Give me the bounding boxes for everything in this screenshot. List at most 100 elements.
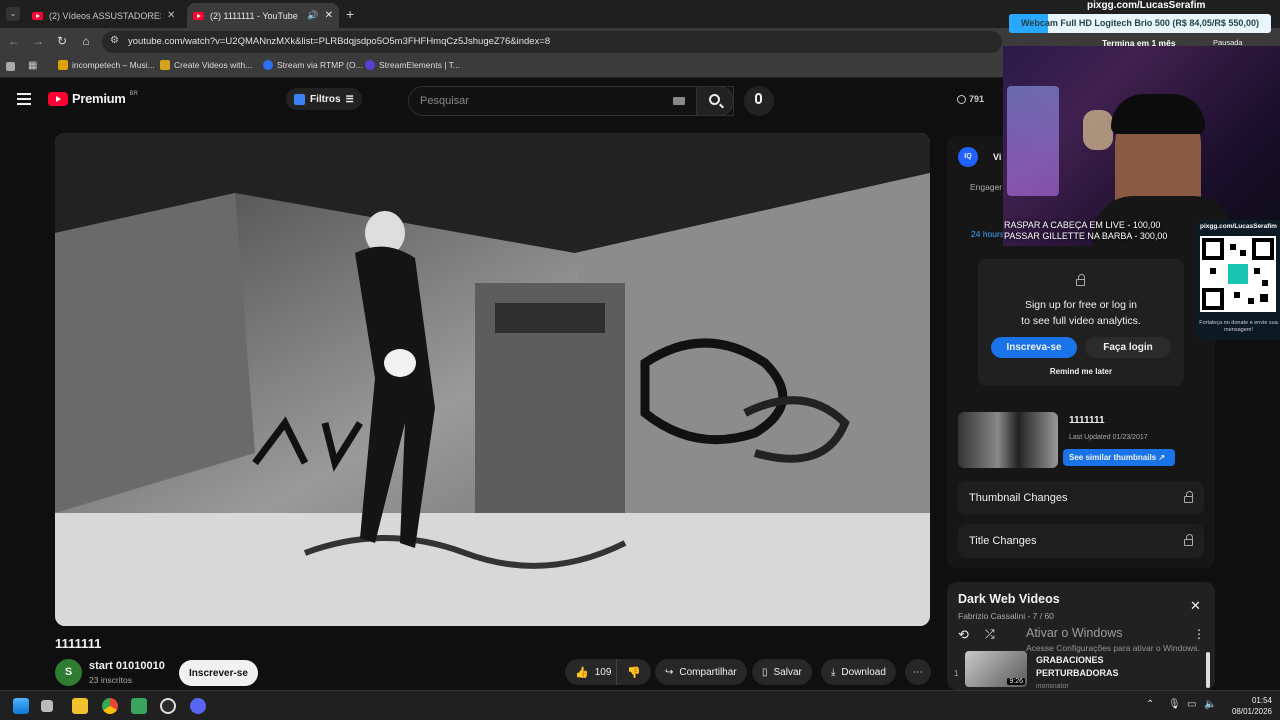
- search-icon: [709, 94, 720, 105]
- subscribe-button[interactable]: Inscrever-se: [179, 660, 258, 686]
- tray-chevron-icon[interactable]: ⌃: [1146, 699, 1154, 710]
- search-button[interactable]: [696, 86, 734, 116]
- task-view-icon[interactable]: [41, 700, 53, 712]
- menu-icon[interactable]: [17, 93, 31, 105]
- video-player[interactable]: [55, 133, 930, 626]
- loop-icon[interactable]: ⟲: [958, 627, 969, 643]
- grid-icon[interactable]: ▦: [28, 60, 37, 71]
- row-label: Thumbnail Changes: [969, 492, 1068, 504]
- chrome-icon[interactable]: [102, 698, 118, 714]
- subscriber-count: 23 inscritos: [89, 675, 132, 685]
- url-text[interactable]: youtube.com/watch?v=U2QMANnzMXk&list=PLR…: [128, 36, 550, 47]
- overlay-status: Pausada: [1213, 38, 1243, 47]
- playlist-title[interactable]: Dark Web Videos: [958, 592, 1060, 606]
- video-thumbnail[interactable]: [958, 412, 1058, 468]
- period-label[interactable]: 24 hours: [971, 229, 1004, 239]
- spreadsheet-icon[interactable]: [131, 698, 147, 714]
- bookmark-incompetech[interactable]: incompetech – Musi...: [58, 60, 155, 70]
- views-counter: 791: [957, 94, 984, 104]
- qr-card: pixgg.com/LucasSerafim Fortaleça no dona…: [1197, 220, 1280, 340]
- back-icon[interactable]: ←: [6, 34, 22, 48]
- close-icon[interactable]: ✕: [167, 10, 175, 21]
- save-button[interactable]: ▯ Salvar: [752, 659, 812, 685]
- filters-label: Filtros: [310, 93, 341, 105]
- lock-icon: [1076, 274, 1085, 286]
- keyboard-icon[interactable]: [673, 97, 685, 105]
- youtube-logo[interactable]: Premium BR: [48, 91, 138, 106]
- microphone-tray-icon[interactable]: 🎙: [1168, 699, 1181, 710]
- webcam-feed: [1003, 46, 1280, 246]
- clock-date[interactable]: 08/01/2026: [1222, 707, 1272, 716]
- like-button[interactable]: 👍 109: [565, 659, 622, 685]
- discord-icon[interactable]: [190, 698, 206, 714]
- similar-label: See similar thumbnails: [1069, 453, 1157, 462]
- last-updated: Last Updated 01/23/2017: [1069, 434, 1148, 441]
- bookmark-label: Create Videos with...: [174, 60, 253, 70]
- playlist-subtitle: Fabrizio Cassalini - 7 / 60: [958, 611, 1054, 621]
- close-icon[interactable]: ✕: [325, 10, 333, 21]
- share-button[interactable]: ↪ Compartilhar: [655, 659, 747, 685]
- close-icon[interactable]: ✕: [1190, 598, 1201, 614]
- channel-name[interactable]: start 01010010: [89, 660, 165, 672]
- title-changes-row[interactable]: Title Changes: [958, 524, 1204, 558]
- streamelements-icon: [365, 60, 375, 70]
- playlist-item-channel: inominator: [1036, 683, 1069, 689]
- signup-button[interactable]: Inscreva-se: [991, 337, 1077, 358]
- playlist-more-icon[interactable]: ⋮: [1193, 627, 1205, 641]
- download-button[interactable]: ⤓ Download: [821, 659, 896, 685]
- qr-link: pixgg.com/LucasSerafim: [1200, 223, 1277, 230]
- bookmark-create-videos[interactable]: Create Videos with...: [160, 60, 252, 70]
- lock-icon: [1184, 491, 1193, 503]
- dislike-button[interactable]: 👎: [616, 659, 651, 685]
- shuffle-icon[interactable]: ⤮: [985, 627, 995, 642]
- tab-title: (2) 1111111 - YouTube: [210, 10, 298, 21]
- share-label: Compartilhar: [679, 666, 737, 678]
- qr-code-icon: [1200, 236, 1276, 312]
- clock-time[interactable]: 01:54: [1222, 696, 1272, 705]
- network-icon[interactable]: ▭: [1187, 699, 1196, 710]
- filters-button[interactable]: Filtros ☰: [286, 88, 362, 110]
- signup-modal: Sign up for free or log in to see full v…: [978, 259, 1184, 386]
- duration-badge: 9:26: [1007, 678, 1025, 685]
- volume-icon[interactable]: 🔈: [1204, 699, 1216, 710]
- remind-later-link[interactable]: Remind me later: [978, 367, 1184, 376]
- bookmark-stream-rtmp[interactable]: Stream via RTMP (O...: [263, 60, 363, 70]
- tab-title: (2) Vídeos ASSUSTADORES que: [49, 10, 161, 21]
- playlist-item-index: 1: [954, 669, 959, 678]
- playlist-item-thumbnail[interactable]: 9:26: [965, 651, 1027, 687]
- playlist-item-title-2[interactable]: PERTURBADORAS: [1036, 668, 1119, 678]
- obs-icon[interactable]: [160, 698, 176, 714]
- more-actions-button[interactable]: ⋯: [905, 659, 931, 685]
- overlay-top-link: pixgg.com/LucasSerafim: [1087, 0, 1206, 11]
- site-info-icon[interactable]: ⚙: [110, 35, 119, 46]
- similar-thumbnails-button[interactable]: See similar thumbnails ↗: [1063, 449, 1175, 466]
- thumbnail-changes-row[interactable]: Thumbnail Changes: [958, 481, 1204, 515]
- reload-icon[interactable]: ↻: [54, 34, 70, 48]
- channel-avatar[interactable]: S: [55, 659, 82, 686]
- tab-videos-assustadores[interactable]: (2) Vídeos ASSUSTADORES que ✕: [26, 3, 184, 28]
- file-explorer-icon[interactable]: [72, 698, 88, 714]
- panel-tab-partial[interactable]: Vi: [993, 152, 1001, 162]
- search-input[interactable]: Pesquisar: [408, 86, 734, 116]
- tab-search-button[interactable]: ⌄: [6, 7, 20, 21]
- youtube-favicon-icon: [32, 11, 43, 20]
- bookmark-streamelements[interactable]: StreamElements | T...: [365, 60, 460, 70]
- new-tab-button[interactable]: +: [346, 6, 354, 22]
- windows-start-icon[interactable]: [13, 698, 29, 714]
- apps-icon[interactable]: [6, 62, 15, 71]
- home-icon[interactable]: ⌂: [78, 34, 94, 48]
- youtube-favicon-icon: [193, 11, 204, 20]
- qr-caption: Fortaleça no donate e envie sua mensagem…: [1199, 320, 1278, 333]
- thumbs-down-icon: 👎: [627, 666, 641, 679]
- voice-search-button[interactable]: [744, 86, 774, 116]
- playlist-item-title-1[interactable]: GRABACIONES: [1036, 655, 1104, 665]
- iq-badge: IQ: [958, 147, 978, 167]
- thumbs-up-icon: 👍: [575, 666, 589, 679]
- like-count: 109: [594, 666, 612, 678]
- film-icon: [160, 60, 170, 70]
- login-button[interactable]: Faça login: [1085, 337, 1171, 358]
- bookmark-label: StreamElements | T...: [379, 60, 460, 70]
- tab-current-video[interactable]: (2) 1111111 - YouTube 🔊 ✕: [187, 3, 339, 28]
- playlist-scrollbar[interactable]: [1206, 652, 1210, 688]
- forward-icon[interactable]: →: [30, 34, 46, 48]
